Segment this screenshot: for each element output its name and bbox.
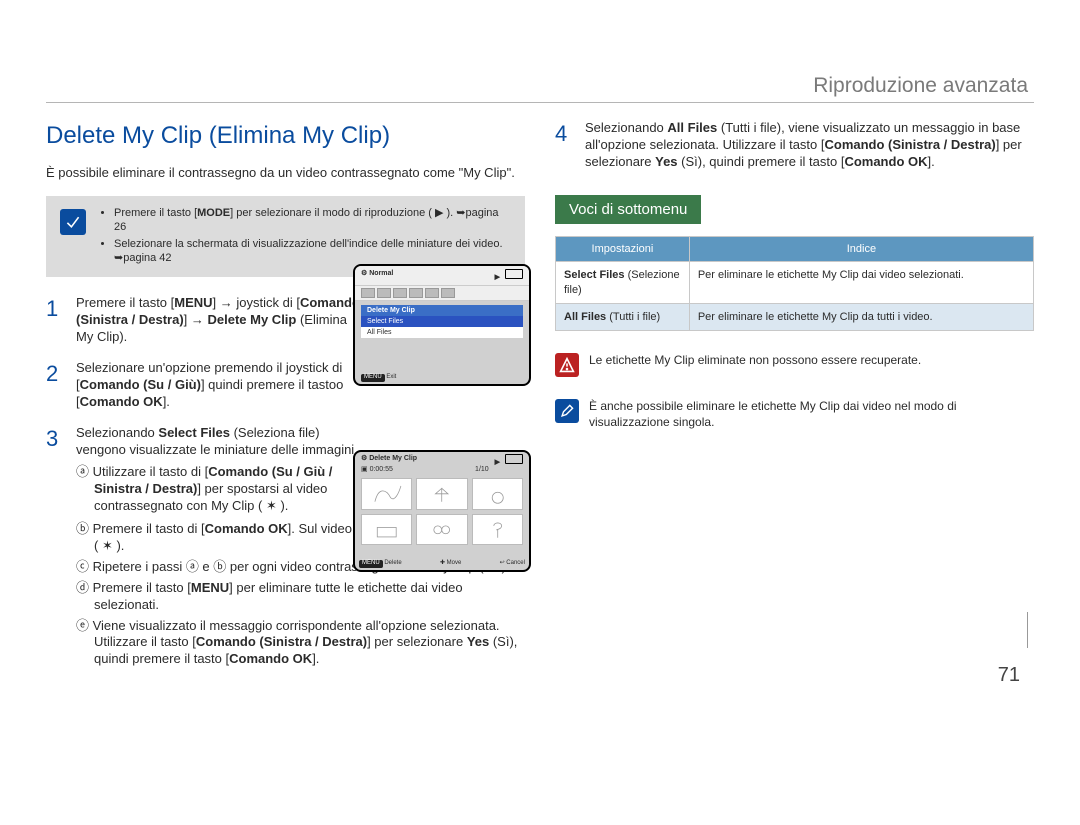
section-intro: È possibile eliminare il contrassegno da… [46, 165, 525, 182]
warning-text: Le etichette My Clip eliminate non posso… [589, 353, 921, 369]
right-column: Selezionando All Files (Tutti i file), v… [555, 120, 1034, 682]
callout-item: Premere il tasto [MODE] per selezionare … [114, 206, 511, 235]
manual-page: Riproduzione avanzata Delete My Clip (El… [0, 0, 1080, 722]
two-column-layout: Delete My Clip (Elimina My Clip) È possi… [46, 120, 1034, 682]
camera-screen-thumbs: ⚙ Delete My Clip▶ ▣ 0:00:551/10 MENU Del… [353, 450, 531, 572]
callout-item: Selezionare la schermata di visualizzazi… [114, 237, 511, 266]
pencil-icon [555, 399, 579, 423]
table-header: Indice [689, 237, 1033, 262]
tip-text: È anche possibile eliminare le etichette… [589, 399, 1034, 430]
sub-item-d: ⓓ Premere il tasto [MENU] per eliminare … [76, 580, 525, 614]
table-row: Select Files (Selezione file) Per elimin… [556, 262, 1034, 304]
section-title: Delete My Clip (Elimina My Clip) [46, 120, 525, 151]
sub-item-a: ⓐ Utilizzare il tasto di [Comando (Su / … [76, 464, 366, 515]
step-4-wrapper: Selezionando All Files (Tutti i file), v… [555, 120, 1034, 171]
submenu-heading: Voci di sottomenu [555, 195, 701, 225]
header-rule [46, 102, 1034, 103]
warning-icon [555, 353, 579, 377]
table-header-row: Impostazioni Indice [556, 237, 1034, 262]
step-2: Selezionare un'opzione premendo il joyst… [46, 360, 366, 411]
step-3-subitems: ⓐ Utilizzare il tasto di [Comando (Su / … [76, 464, 366, 515]
tip-note: È anche possibile eliminare le etichette… [555, 399, 1034, 430]
table-header: Impostazioni [556, 237, 690, 262]
page-number: 71 [998, 662, 1020, 688]
check-icon [60, 209, 86, 235]
warning-note: Le etichette My Clip eliminate non posso… [555, 353, 1034, 377]
breadcrumb: Riproduzione avanzata [813, 72, 1028, 99]
step-1: Premere il tasto [MENU] → joystick di [C… [46, 295, 366, 346]
callout-list: Premere il tasto [MODE] per selezionare … [98, 206, 511, 267]
left-column: Delete My Clip (Elimina My Clip) È possi… [46, 120, 525, 682]
sub-item-e: ⓔ Viene visualizzato il messaggio corris… [76, 618, 525, 669]
camera-screen-menu: ⚙ Normal ▶ Delete My Clip Select Files A… [353, 264, 531, 386]
submenu-table: Impostazioni Indice Select Files (Selezi… [555, 236, 1034, 331]
step-4: Selezionando All Files (Tutti i file), v… [555, 120, 1034, 171]
table-row: All Files (Tutti i file) Per eliminare l… [556, 304, 1034, 331]
page-number-rule [1027, 612, 1028, 648]
